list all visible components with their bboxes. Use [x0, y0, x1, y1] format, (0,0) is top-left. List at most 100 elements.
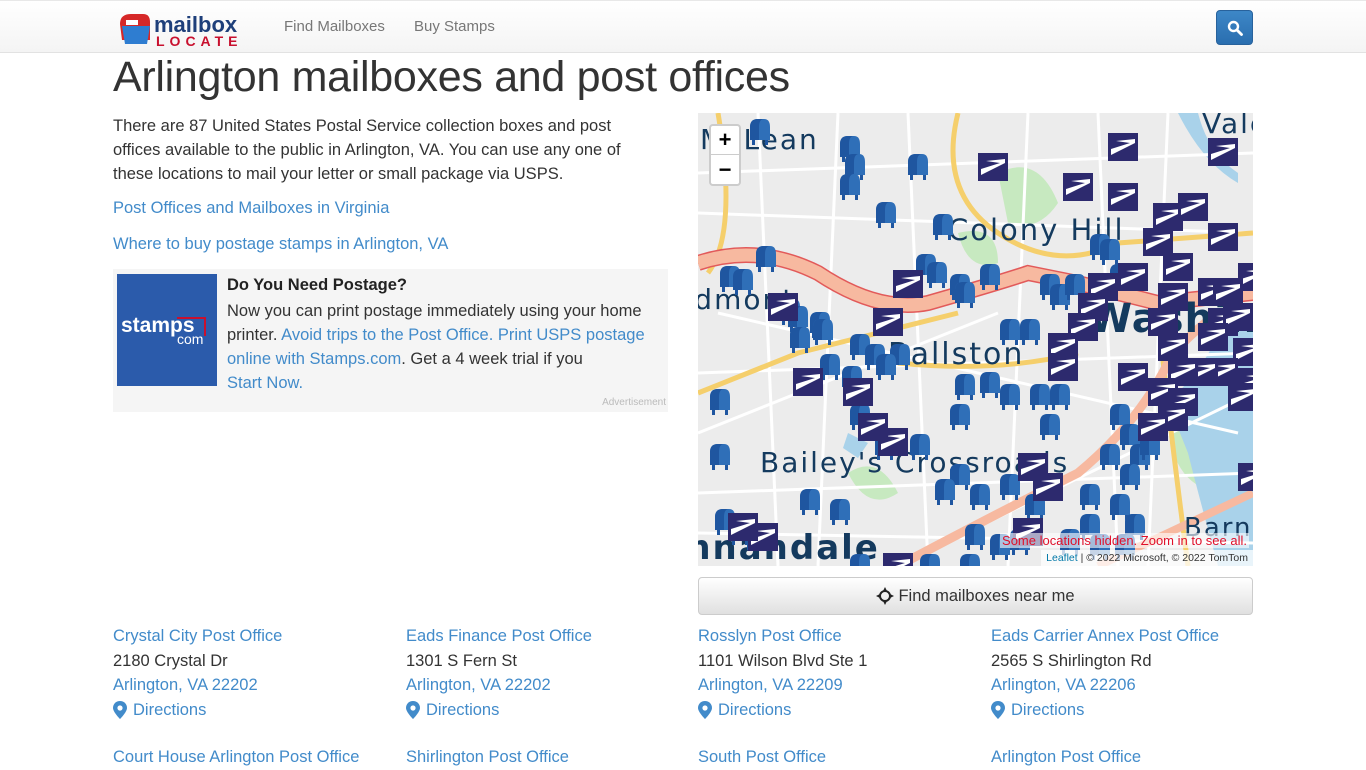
office-address: 1101 Wilson Blvd Ste 1 [698, 651, 868, 670]
office-card: Eads Finance Post Office 1301 S Fern St … [406, 624, 696, 722]
mailbox-marker[interactable] [1038, 413, 1062, 445]
post-office-marker[interactable] [768, 293, 798, 326]
mailbox-marker[interactable] [798, 488, 822, 520]
post-office-marker[interactable] [883, 553, 913, 566]
ad-label: Advertisement [602, 397, 666, 408]
mailbox-marker[interactable] [918, 553, 942, 566]
directions-link[interactable]: Directions [406, 698, 696, 723]
office-name[interactable]: Crystal City Post Office [113, 624, 403, 649]
mailbox-marker[interactable] [1078, 483, 1102, 515]
mailbox-marker[interactable] [838, 173, 862, 205]
mailbox-marker[interactable] [953, 281, 977, 313]
post-office-marker[interactable] [1238, 463, 1253, 496]
office-city[interactable]: Arlington, VA 22202 [113, 673, 403, 698]
post-office-marker[interactable] [1178, 193, 1208, 226]
mailbox-marker[interactable] [978, 263, 1002, 295]
stamps-logo[interactable]: stamps com [117, 274, 217, 386]
office-name[interactable]: Shirlington Post Office [406, 745, 696, 770]
post-office-marker[interactable] [1108, 133, 1138, 166]
office-name[interactable]: Eads Carrier Annex Post Office [991, 624, 1281, 649]
office-name[interactable]: Arlington Post Office [991, 745, 1281, 770]
post-office-marker[interactable] [1213, 278, 1243, 311]
office-card: Shirlington Post Office [406, 745, 696, 770]
map-marker-icon [698, 700, 712, 719]
post-office-marker[interactable] [1228, 383, 1253, 416]
ad-start-now[interactable]: Start Now. [227, 374, 303, 392]
mailbox-marker[interactable] [848, 553, 872, 566]
post-office-marker[interactable] [873, 308, 903, 341]
office-name[interactable]: South Post Office [698, 745, 988, 770]
mailbox-marker[interactable] [948, 403, 972, 435]
post-office-marker[interactable] [1108, 183, 1138, 216]
mailbox-marker[interactable] [708, 443, 732, 475]
mailbox-marker[interactable] [998, 383, 1022, 415]
nav-find-mailboxes[interactable]: Find Mailboxes [284, 18, 385, 35]
mailbox-marker[interactable] [788, 326, 812, 358]
find-near-me-button[interactable]: Find mailboxes near me [698, 577, 1253, 615]
post-office-marker[interactable] [1208, 223, 1238, 256]
post-office-marker[interactable] [1208, 138, 1238, 171]
mailbox-marker[interactable] [925, 261, 949, 293]
mailbox-marker[interactable] [908, 433, 932, 465]
mailbox-marker[interactable] [953, 373, 977, 405]
zoom-out-button[interactable]: − [711, 155, 739, 184]
mailbox-marker[interactable] [968, 483, 992, 515]
find-near-me-label: Find mailboxes near me [898, 586, 1075, 605]
post-office-marker[interactable] [1198, 323, 1228, 356]
mailbox-marker[interactable] [811, 318, 835, 350]
post-office-marker[interactable] [1033, 473, 1063, 506]
map-label-vale: Vale [1202, 113, 1253, 140]
mailbox-marker[interactable] [828, 498, 852, 530]
mailbox-marker[interactable] [958, 553, 982, 566]
mailbox-marker[interactable] [963, 523, 987, 555]
mailbox-marker[interactable] [1048, 383, 1072, 415]
mailbox-marker[interactable] [874, 353, 898, 385]
mailbox-marker[interactable] [754, 245, 778, 277]
post-office-marker[interactable] [893, 270, 923, 303]
office-city[interactable]: Arlington, VA 22206 [991, 673, 1281, 698]
map[interactable]: McLean Colony Hill Ballston Washington B… [698, 113, 1253, 566]
post-office-marker[interactable] [1138, 413, 1168, 446]
post-office-marker[interactable] [858, 413, 888, 446]
mailbox-marker[interactable] [874, 201, 898, 233]
post-office-marker[interactable] [1118, 363, 1148, 396]
post-office-marker[interactable] [1118, 263, 1148, 296]
post-office-marker[interactable] [793, 368, 823, 401]
post-office-marker[interactable] [1048, 353, 1078, 386]
post-office-marker[interactable] [843, 378, 873, 411]
office-city[interactable]: Arlington, VA 22202 [406, 673, 696, 698]
directions-link[interactable]: Directions [698, 698, 988, 723]
mailbox-marker[interactable] [1098, 443, 1122, 475]
office-card: Crystal City Post Office 2180 Crystal Dr… [113, 624, 403, 722]
post-office-marker[interactable] [728, 513, 758, 546]
mailbox-marker[interactable] [933, 478, 957, 510]
leaflet-link[interactable]: Leaflet [1046, 552, 1078, 564]
office-address: 2180 Crystal Dr [113, 651, 228, 670]
crosshair-icon [876, 587, 895, 605]
zoom-in-button[interactable]: + [711, 126, 739, 155]
mailbox-marker[interactable] [1018, 318, 1042, 350]
office-address: 1301 S Fern St [406, 651, 517, 670]
office-name[interactable]: Court House Arlington Post Office [113, 745, 403, 770]
mailbox-marker[interactable] [731, 268, 755, 300]
post-office-marker[interactable] [1063, 173, 1093, 206]
virginia-link[interactable]: Post Offices and Mailboxes in Virginia [113, 199, 389, 218]
office-name[interactable]: Eads Finance Post Office [406, 624, 696, 649]
mailbox-marker[interactable] [708, 388, 732, 420]
post-office-marker[interactable] [978, 153, 1008, 186]
nav-buy-stamps[interactable]: Buy Stamps [414, 18, 495, 35]
office-city[interactable]: Arlington, VA 22209 [698, 673, 988, 698]
buy-stamps-link[interactable]: Where to buy postage stamps in Arlington… [113, 235, 448, 254]
hidden-locations-note: Some locations hidden. Zoom in to see al… [1000, 533, 1249, 548]
mailbox-marker[interactable] [931, 213, 955, 245]
search-button[interactable] [1216, 10, 1253, 45]
directions-link[interactable]: Directions [991, 698, 1281, 723]
directions-label: Directions [718, 700, 792, 719]
office-name[interactable]: Rosslyn Post Office [698, 624, 988, 649]
directions-link[interactable]: Directions [113, 698, 403, 723]
site-logo[interactable]: mailbox LOCATE [117, 10, 243, 49]
page-title: Arlington mailboxes and post offices [113, 53, 790, 101]
mailbox-marker[interactable] [906, 153, 930, 185]
mailbox-marker[interactable] [748, 118, 772, 150]
office-card: Arlington Post Office [991, 745, 1281, 770]
